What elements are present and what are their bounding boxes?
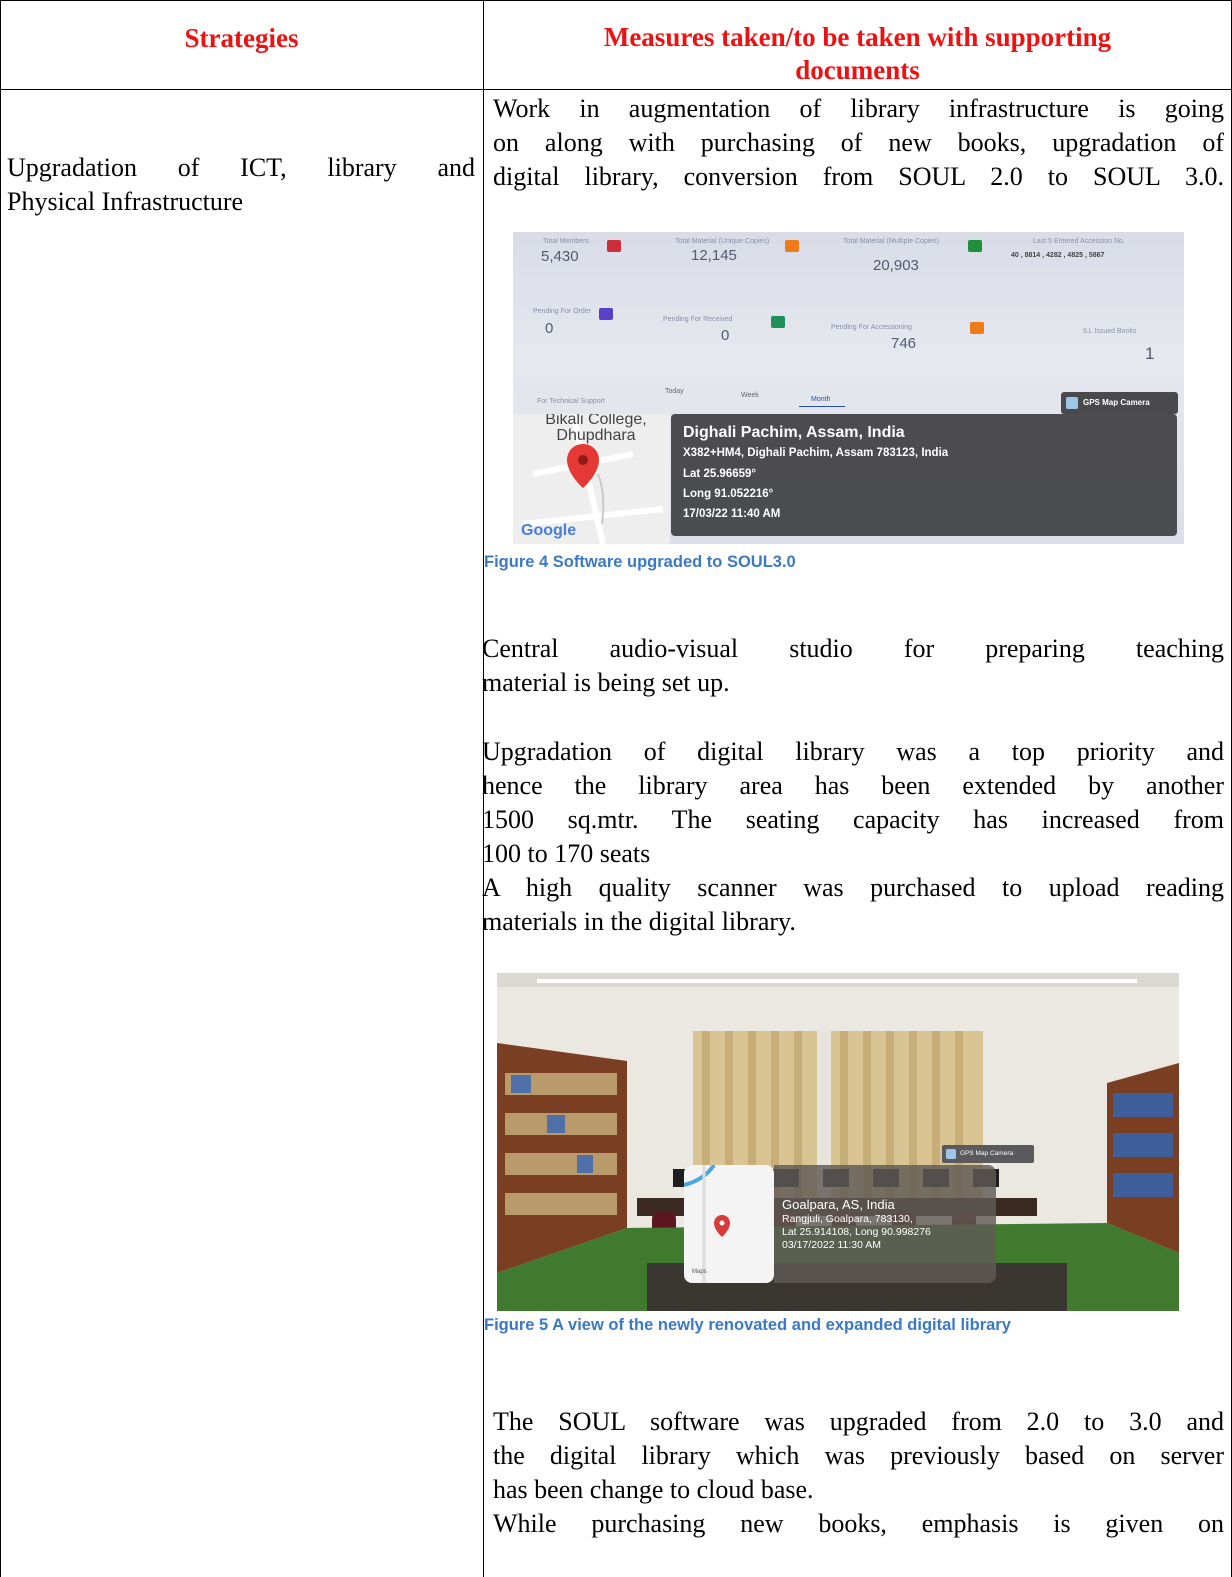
google-logo: Google <box>521 522 577 539</box>
figure4-caption: Figure 4 Software upgraded to SOUL3.0 <box>484 553 796 571</box>
tab-week: Week <box>741 392 759 399</box>
order-icon <box>599 308 613 320</box>
header-measures-line2: documents <box>795 55 920 85</box>
camera-icon <box>946 1149 956 1159</box>
stat-value: 0 <box>721 327 730 344</box>
figure5-image: GPS Map Camera Maps Goalpara, AS, India … <box>497 973 1179 1311</box>
p3-line6: materials in the digital library. <box>482 907 796 936</box>
stat-label: Pending For Accessioning <box>831 324 912 331</box>
camera-icon <box>1066 397 1078 409</box>
measures-table: Strategies Measures taken/to be taken wi… <box>0 0 1232 1577</box>
gps-badge-label: GPS Map Camera <box>960 1150 1014 1157</box>
p4-line1: The SOUL software was upgraded from 2.0 … <box>493 1407 1224 1436</box>
gps-badge-label: GPS Map Camera <box>1083 398 1150 407</box>
p4-line2: the digital library which was previously… <box>493 1441 1224 1470</box>
geo-lat: Lat 25.96659° <box>683 468 757 480</box>
gps-badge: GPS Map Camera <box>942 1145 1034 1163</box>
geo-coords: Lat 25.914108, Long 90.998276 <box>782 1226 931 1238</box>
p3-line1: Upgradation of digital library was a top… <box>482 737 1224 766</box>
stat-value: 5,430 <box>541 248 579 265</box>
map-thumbnail: Bikali College, Dhupdhara Google <box>513 414 670 544</box>
header-strategies: Strategies <box>184 23 299 53</box>
stat-label: Last 5 Entered Accession No. <box>1033 238 1125 245</box>
header-divider <box>0 89 1232 90</box>
stat-value: 12,145 <box>691 247 737 264</box>
geo-overlay: Goalpara, AS, India Rangjuli, Goalpara, … <box>774 1165 996 1283</box>
stat-value: 0 <box>545 320 554 337</box>
tab-underline <box>799 406 845 407</box>
geo-overlay: Dighali Pachim, Assam, India X382+HM4, D… <box>671 414 1177 536</box>
p3-line5: A high quality scanner was purchased to … <box>482 873 1224 902</box>
p3-line3: 1500 sq.mtr. The seating capacity has in… <box>482 805 1224 834</box>
stat-label: Total Material (Unique Copies) <box>675 238 770 245</box>
maps-logo: Maps <box>692 1269 707 1275</box>
p4-line4: While purchasing new books, emphasis is … <box>493 1509 1224 1538</box>
table-left-border <box>0 0 1 1577</box>
geo-time: 17/03/22 11:40 AM <box>683 508 781 520</box>
p3-line4: 100 to 170 seats <box>482 839 651 868</box>
location-pin-icon <box>714 1215 730 1237</box>
stat-value: 20,903 <box>873 257 919 274</box>
map-thumbnail: Maps <box>684 1165 774 1283</box>
stat-label: ILL Issued Books <box>1083 328 1137 335</box>
geo-place: Dighali Pachim, Assam, India <box>683 424 905 441</box>
gps-badge: GPS Map Camera <box>1061 392 1178 414</box>
p1-line2: on along with purchasing of new books, u… <box>493 128 1224 157</box>
support-label: For Technical Support <box>537 398 605 405</box>
material-icon <box>785 240 799 252</box>
geo-long: Long 91.052216° <box>683 488 774 500</box>
accession-values: 40 , 8814 , 4282 , 4825 , 5867 <box>1011 252 1105 259</box>
stat-label: Total Members <box>543 238 589 245</box>
map-shapes <box>684 1165 730 1283</box>
table-top-border <box>0 0 1232 1</box>
accession-icon <box>970 322 984 334</box>
copies-icon <box>968 240 982 252</box>
figure5-caption: Figure 5 A view of the newly renovated a… <box>484 1316 1011 1334</box>
tab-month: Month <box>811 396 831 403</box>
strategy-line1: Upgradation of ICT, library and <box>7 153 475 182</box>
p4-line3: has been change to cloud base. <box>493 1475 814 1504</box>
map-place-label: Bikali College, Dhupdhara <box>545 414 647 444</box>
geo-address: Rangjuli, Goalpara, 783130, <box>782 1213 913 1225</box>
tab-today: Today <box>665 388 684 395</box>
received-icon <box>771 316 785 328</box>
members-icon <box>607 240 621 252</box>
figure4-image: Total Members 5,430 Total Material (Uniq… <box>513 232 1184 544</box>
p1-line1: Work in augmentation of library infrastr… <box>493 94 1224 123</box>
geo-place: Goalpara, AS, India <box>782 1197 895 1212</box>
stat-label: Pending For Received <box>663 316 733 323</box>
stat-value: 746 <box>891 335 917 352</box>
location-pin-icon <box>567 444 599 488</box>
strategy-line2: Physical Infrastructure <box>7 187 244 216</box>
stat-value: 1 <box>1145 344 1155 363</box>
header-measures-line1: Measures taken/to be taken with supporti… <box>603 22 1112 52</box>
p2-line1: Central audio-visual studio for preparin… <box>482 634 1224 663</box>
p3-line2: hence the library area has been extended… <box>482 771 1224 800</box>
geo-time: 03/17/2022 11:30 AM <box>782 1239 882 1251</box>
geo-address: X382+HM4, Dighali Pachim, Assam 783123, … <box>683 447 949 459</box>
p2-line2: material is being set up. <box>482 668 730 697</box>
stat-label: Pending For Order <box>533 308 591 315</box>
stat-label: Total Material (Multiple Copies) <box>843 238 940 245</box>
p1-line3: digital library, conversion from SOUL 2.… <box>493 162 1224 191</box>
